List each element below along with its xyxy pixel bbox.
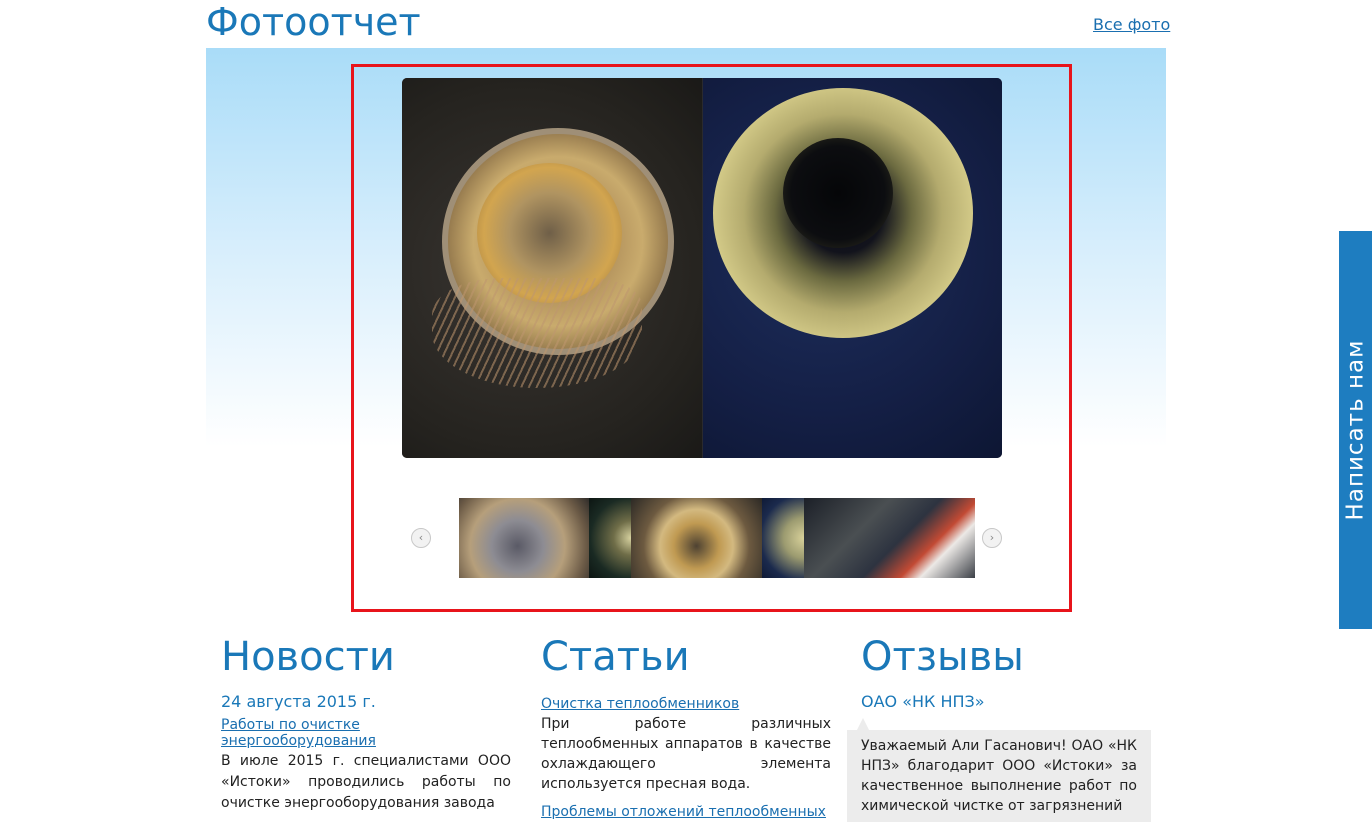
news-date: 24 августа 2015 г. [221, 692, 376, 711]
page-title: Фотоотчет [206, 0, 421, 44]
articles-column: Статьи Очистка теплообменников При работ… [541, 630, 831, 820]
review-box: Уважаемый Али Гасанович! ОАО «НК НПЗ» бл… [847, 718, 1151, 822]
reviews-column: Отзывы ОАО «НК НПЗ» Уважаемый Али Гасано… [847, 630, 1151, 822]
write-us-tab[interactable]: Написать нам [1339, 231, 1372, 629]
review-text: Уважаемый Али Гасанович! ОАО «НК НПЗ» бл… [861, 738, 1137, 814]
selection-highlight-frame [351, 64, 1072, 612]
news-heading: Новости [221, 634, 395, 680]
write-us-label: Написать нам [1342, 339, 1369, 521]
all-photos-link[interactable]: Все фото [1093, 15, 1170, 34]
articles-heading: Статьи [541, 634, 690, 680]
news-link[interactable]: Работы по очистке энергооборудования [221, 717, 511, 749]
reviews-heading: Отзывы [861, 634, 1024, 680]
news-column: Новости 24 августа 2015 г. Работы по очи… [221, 630, 511, 814]
article-link[interactable]: Проблемы отложений теплообменных [541, 804, 831, 820]
review-company[interactable]: ОАО «НК НПЗ» [861, 692, 1151, 711]
article-link[interactable]: Очистка теплообменников [541, 696, 831, 712]
article-text: При работе различных теплообменных аппар… [541, 716, 831, 792]
